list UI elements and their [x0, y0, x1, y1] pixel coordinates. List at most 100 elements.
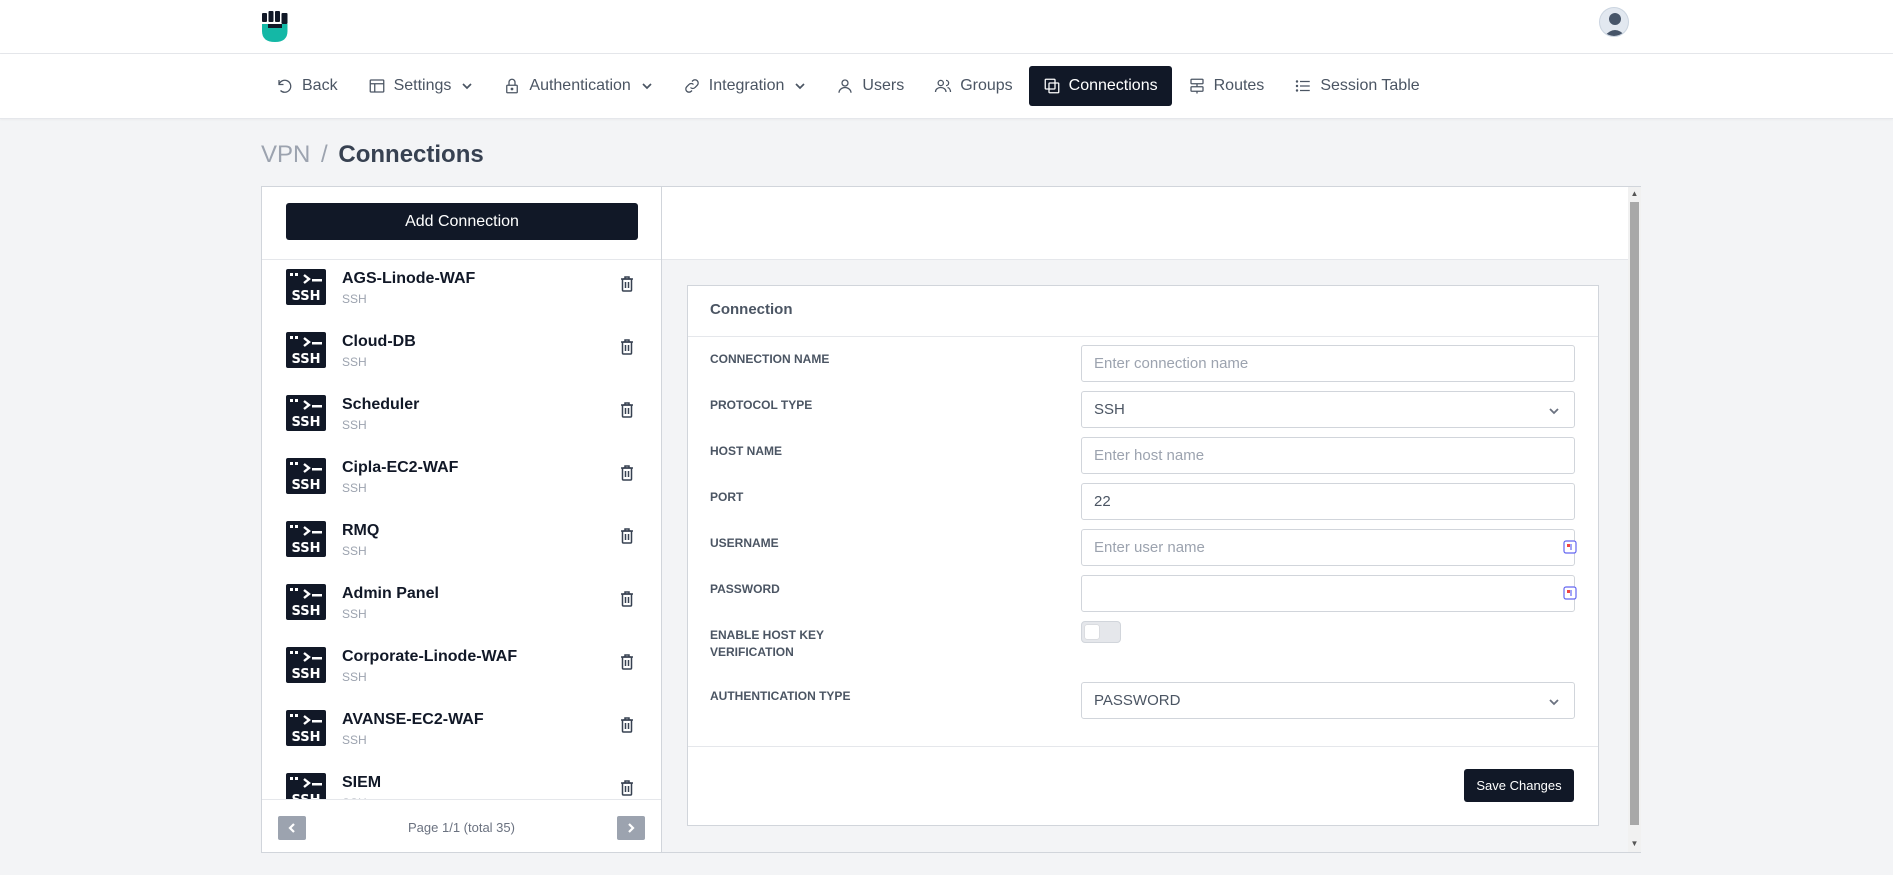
connection-list-item[interactable]: SSH Cipla-EC2-WAF SSH	[262, 449, 661, 512]
groups-icon	[935, 79, 952, 93]
connection-name: Cloud-DB	[342, 333, 416, 350]
nav-authentication[interactable]: Authentication	[489, 66, 666, 106]
username-input[interactable]	[1081, 529, 1575, 566]
connection-type: SSH	[342, 292, 367, 306]
nav-connections-label: Connections	[1068, 77, 1158, 94]
connection-list-item[interactable]: SSH Scheduler SSH	[262, 386, 661, 449]
trash-icon[interactable]	[619, 275, 635, 293]
scroll-down-arrow[interactable]: ▼	[1630, 839, 1639, 849]
protocol-type-select[interactable]: SSH	[1081, 391, 1575, 428]
nav-back-label: Back	[302, 77, 338, 94]
svg-text:SSH: SSH	[291, 352, 320, 367]
ssh-terminal-icon: SSH	[286, 773, 326, 800]
authentication-type-select[interactable]: PASSWORD	[1081, 682, 1575, 719]
connection-name-input[interactable]	[1081, 345, 1575, 382]
add-connection-button[interactable]: Add Connection	[286, 203, 638, 240]
user-icon	[838, 79, 853, 93]
pagination-info: Page 1/1 (total 35)	[408, 820, 515, 835]
host-name-input[interactable]	[1081, 437, 1575, 474]
trash-icon[interactable]	[619, 401, 635, 419]
toggle-knob	[1085, 625, 1099, 639]
nav-back[interactable]: Back	[262, 66, 352, 106]
nav-integration-label: Integration	[708, 77, 785, 94]
main-nav-bar: Back Settings Authentication Integration…	[0, 54, 1893, 119]
connections-icon	[1044, 78, 1060, 94]
connection-list-item[interactable]: SSH Admin Panel SSH	[262, 575, 661, 638]
trash-icon[interactable]	[619, 464, 635, 482]
connection-name: Corporate-Linode-WAF	[342, 648, 518, 665]
back-icon	[278, 79, 292, 93]
trash-icon[interactable]	[619, 527, 635, 545]
connection-list-column: Add Connection SSH AGS-Linode-WAF SSH SSH Cl…	[262, 187, 662, 852]
nav-groups-label: Groups	[960, 77, 1013, 94]
trash-icon[interactable]	[619, 590, 635, 608]
password-input[interactable]	[1081, 575, 1575, 612]
connection-name: Admin Panel	[342, 585, 439, 602]
nav-users[interactable]: Users	[822, 66, 918, 106]
app-logo[interactable]	[260, 11, 290, 43]
authentication-type-value: PASSWORD	[1094, 692, 1181, 709]
password-manager-icon[interactable]	[1563, 540, 1577, 554]
scroll-up-arrow[interactable]: ▲	[1630, 189, 1639, 199]
connection-list-item[interactable]: SSH Corporate-Linode-WAF SSH	[262, 638, 661, 701]
host-key-verification-toggle[interactable]	[1081, 621, 1121, 643]
svg-text:SSH: SSH	[291, 730, 320, 745]
host-key-label-line1: ENABLE HOST KEY	[710, 628, 825, 642]
save-changes-button[interactable]: Save Changes	[1464, 769, 1574, 802]
connection-name: RMQ	[342, 522, 380, 539]
nav-users-label: Users	[862, 77, 905, 94]
port-input[interactable]	[1081, 483, 1575, 520]
next-page-button[interactable]	[617, 816, 645, 840]
nav-authentication-label: Authentication	[529, 77, 631, 94]
link-icon	[685, 79, 699, 93]
svg-text:SSH: SSH	[291, 289, 320, 304]
nav-routes-label: Routes	[1213, 77, 1265, 94]
chevron-down-icon	[642, 83, 652, 90]
ssh-terminal-icon: SSH	[286, 332, 326, 368]
svg-text:SSH: SSH	[291, 667, 320, 682]
host-key-label-line2: VERIFICATION	[710, 645, 794, 659]
nav-groups[interactable]: Groups	[920, 66, 1026, 106]
user-avatar[interactable]	[1599, 7, 1629, 37]
svg-text:SSH: SSH	[291, 541, 320, 556]
nav-session-table[interactable]: Session Table	[1280, 66, 1433, 106]
nav-routes[interactable]: Routes	[1174, 66, 1279, 106]
settings-icon	[369, 79, 384, 93]
connection-name: AVANSE-EC2-WAF	[342, 711, 484, 728]
connection-list-item[interactable]: SSH AVANSE-EC2-WAF SSH	[262, 701, 661, 764]
trash-icon[interactable]	[619, 653, 635, 671]
connection-form-card: Connection CONNECTION NAME PROTOCOL TYPE…	[687, 285, 1599, 826]
ssh-terminal-icon: SSH	[286, 710, 326, 746]
svg-text:SSH: SSH	[291, 415, 320, 430]
nav-connections[interactable]: Connections	[1028, 66, 1172, 106]
connection-type: SSH	[342, 607, 367, 621]
ssh-terminal-icon: SSH	[286, 458, 326, 494]
trash-icon[interactable]	[619, 716, 635, 734]
password-manager-icon[interactable]	[1563, 586, 1577, 600]
nav-integration[interactable]: Integration	[669, 66, 821, 106]
connection-list[interactable]: SSH AGS-Linode-WAF SSH SSH Cloud-DB SSH SSH Sch…	[262, 260, 661, 800]
connection-list-item[interactable]: SSH Cloud-DB SSH	[262, 323, 661, 386]
connection-type: SSH	[342, 481, 367, 495]
trash-icon[interactable]	[619, 338, 635, 356]
connection-name: Cipla-EC2-WAF	[342, 459, 459, 476]
chevron-down-icon	[1549, 699, 1559, 706]
breadcrumb-root[interactable]: VPN	[261, 141, 310, 168]
password-field	[688, 575, 1598, 612]
svg-text:SSH: SSH	[291, 604, 320, 619]
nav-settings[interactable]: Settings	[354, 66, 488, 106]
connection-list-item[interactable]: SSH AGS-Linode-WAF SSH	[262, 260, 661, 323]
connection-list-item[interactable]: SSHSIEMSSH	[262, 764, 661, 800]
vertical-scrollbar[interactable]: ▲ ▼	[1628, 187, 1641, 852]
divider	[688, 746, 1598, 747]
connection-name: SIEM	[342, 774, 382, 791]
scroll-thumb[interactable]	[1630, 202, 1639, 825]
breadcrumb: VPN / Connections	[261, 141, 484, 169]
host-key-verification-label: ENABLE HOST KEY VERIFICATION	[710, 627, 824, 661]
connections-panel: Add Connection SSH AGS-Linode-WAF SSH SSH Cl…	[261, 186, 1641, 853]
form-title: Connection	[710, 301, 793, 318]
connection-list-item[interactable]: SSH RMQ SSH	[262, 512, 661, 575]
ssh-terminal-icon: SSH	[286, 269, 326, 305]
trash-icon[interactable]	[619, 779, 635, 797]
nav-settings-label: Settings	[393, 77, 452, 94]
